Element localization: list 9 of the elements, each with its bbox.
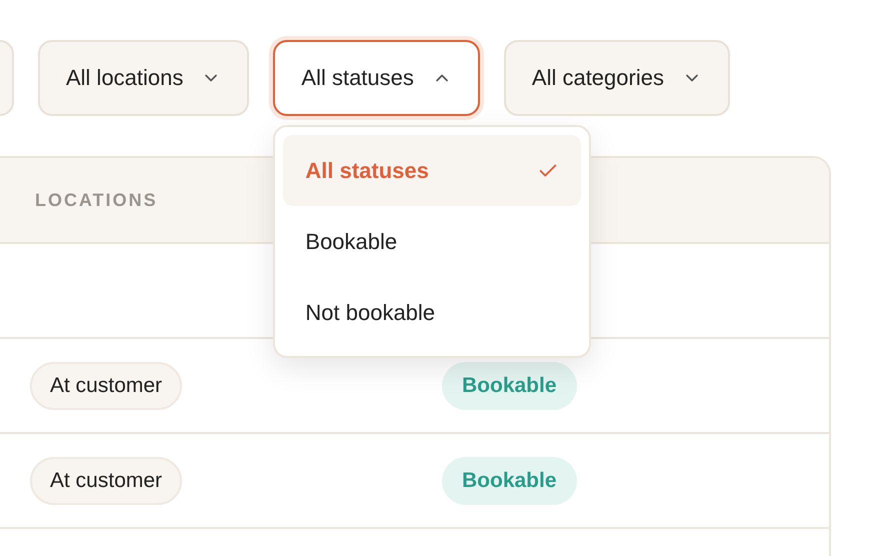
status-badge: Bookable — [442, 456, 577, 504]
location-tag: At customer — [30, 456, 182, 504]
column-header: LOCATIONS — [35, 190, 158, 210]
filter-dropdown[interactable]: All locations — [38, 40, 250, 116]
filter-dropdown[interactable]: All categories — [504, 40, 730, 116]
location-tag: At customer — [30, 362, 182, 410]
menu-option[interactable]: Bookable — [283, 206, 582, 277]
status-badge: Bookable — [442, 362, 577, 410]
menu-option[interactable]: Not bookable — [283, 277, 582, 348]
